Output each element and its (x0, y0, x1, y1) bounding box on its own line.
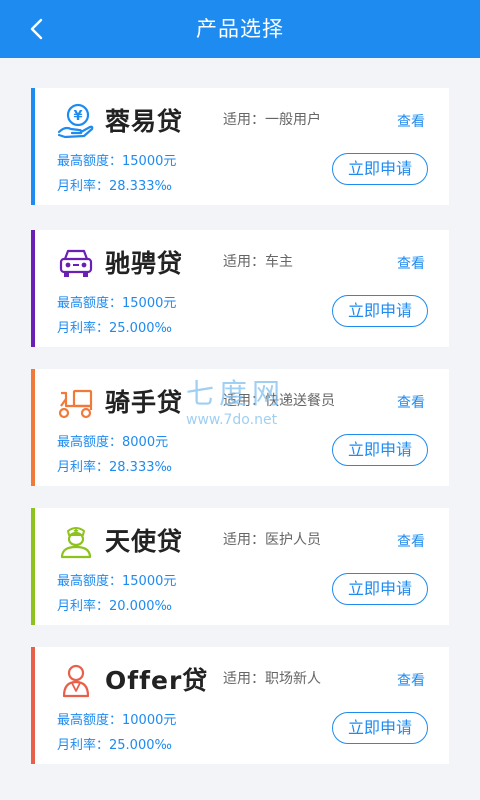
product-limit: 最高额度：8000元 (57, 435, 169, 450)
product-rate: 月利率：20.000‰ (57, 599, 172, 614)
apply-button[interactable]: 立即申请 (332, 573, 428, 605)
product-name: 天使贷 (105, 527, 184, 556)
view-link[interactable]: 查看 (397, 253, 425, 273)
product-name: Offer贷 (105, 666, 209, 695)
product-card-offer: Offer贷 适用：职场新人 查看 最高额度：10000元 月利率：25.000… (31, 647, 449, 764)
product-suitable: 适用：一般用户 (223, 112, 321, 128)
apply-button[interactable]: 立即申请 (332, 295, 428, 327)
view-link[interactable]: 查看 (397, 531, 425, 551)
product-suitable: 适用：车主 (223, 254, 293, 270)
apply-button[interactable]: 立即申请 (332, 712, 428, 744)
svg-text:¥: ¥ (73, 109, 82, 124)
product-name: 驰骋贷 (105, 249, 184, 278)
product-suitable: 适用：职场新人 (223, 671, 321, 687)
car-icon (59, 249, 93, 277)
apply-button[interactable]: 立即申请 (332, 153, 428, 185)
page-title: 产品选择 (196, 17, 284, 41)
product-suitable: 适用：快递送餐员 (223, 393, 335, 409)
apply-button[interactable]: 立即申请 (332, 434, 428, 466)
person-icon (62, 664, 90, 698)
product-card-rongyi: ¥ 蓉易贷 适用：一般用户 查看 最高额度：15000元 月利率：28.333‰… (31, 88, 449, 205)
view-link[interactable]: 查看 (397, 392, 425, 412)
product-card-tianshi: 天使贷 适用：医护人员 查看 最高额度：15000元 月利率：20.000‰ 立… (31, 508, 449, 625)
product-name: 蓉易贷 (105, 107, 184, 136)
product-suitable: 适用：医护人员 (223, 532, 321, 548)
hand-coin-icon: ¥ (57, 103, 94, 139)
view-link[interactable]: 查看 (397, 111, 425, 131)
product-limit: 最高额度：10000元 (57, 713, 177, 728)
top-bar: 产品选择 (0, 0, 480, 58)
product-rate: 月利率：25.000‰ (57, 321, 172, 336)
view-link[interactable]: 查看 (397, 670, 425, 690)
product-limit: 最高额度：15000元 (57, 574, 177, 589)
product-name: 骑手贷 (105, 388, 184, 417)
product-limit: 最高额度：15000元 (57, 296, 177, 311)
delivery-tricycle-icon (58, 389, 93, 419)
product-rate: 月利率：28.333‰ (57, 179, 172, 194)
product-card-chicheng: 驰骋贷 适用：车主 查看 最高额度：15000元 月利率：25.000‰ 立即申… (31, 230, 449, 347)
product-card-qishou: 骑手贷 适用：快递送餐员 查看 最高额度：8000元 月利率：28.333‰ 立… (31, 369, 449, 486)
product-rate: 月利率：25.000‰ (57, 738, 172, 753)
product-limit: 最高额度：15000元 (57, 154, 177, 169)
product-rate: 月利率：28.333‰ (57, 460, 172, 475)
nurse-icon (60, 527, 92, 559)
